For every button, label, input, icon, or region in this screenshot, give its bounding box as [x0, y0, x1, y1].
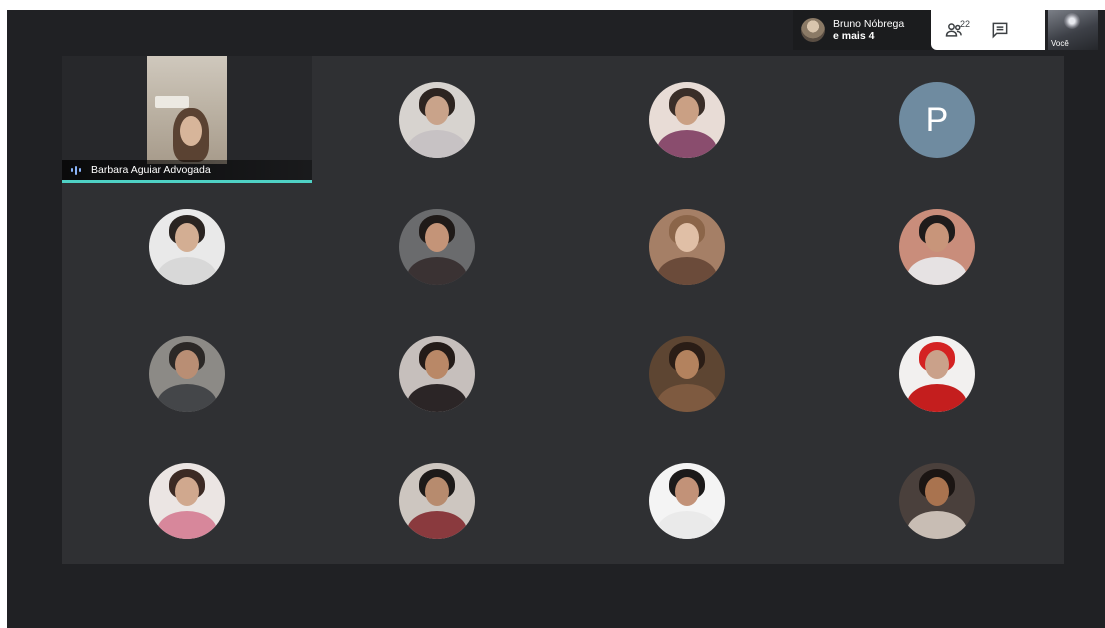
- participant-tile[interactable]: [812, 310, 1062, 437]
- participant-avatar: [149, 463, 225, 539]
- presenter-name: Bruno Nóbrega: [833, 18, 905, 30]
- speaker-name: Barbara Aguiar Advogada: [91, 164, 211, 176]
- participant-tile[interactable]: [562, 56, 812, 183]
- participant-tile[interactable]: [312, 310, 562, 437]
- speaker-video: [147, 56, 227, 164]
- presenter-avatar: [801, 18, 825, 42]
- participant-avatar: [649, 336, 725, 412]
- participant-tile[interactable]: [562, 437, 812, 564]
- top-controls: 22: [931, 10, 1045, 50]
- participant-initial-avatar: P: [899, 82, 975, 158]
- participant-tile[interactable]: [812, 437, 1062, 564]
- participant-avatar: [649, 209, 725, 285]
- participant-avatar: [649, 463, 725, 539]
- participant-avatar: [899, 463, 975, 539]
- chat-icon: [992, 22, 1008, 39]
- participant-avatar: [899, 209, 975, 285]
- participant-tile[interactable]: [562, 310, 812, 437]
- participant-tile[interactable]: [812, 183, 1062, 310]
- participant-tile-speaker[interactable]: Barbara Aguiar Advogada: [62, 56, 312, 183]
- participant-avatar: [149, 209, 225, 285]
- participant-tile[interactable]: [62, 183, 312, 310]
- chat-button[interactable]: [977, 10, 1023, 50]
- self-view[interactable]: Você: [1048, 10, 1098, 50]
- participant-tile[interactable]: P: [812, 56, 1062, 183]
- self-view-light: [1064, 13, 1080, 29]
- participant-tile[interactable]: [562, 183, 812, 310]
- participant-avatar: [149, 336, 225, 412]
- participant-tile[interactable]: [62, 437, 312, 564]
- participant-avatar: [399, 209, 475, 285]
- speaker-name-bar: Barbara Aguiar Advogada: [62, 160, 312, 180]
- self-view-label: Você: [1051, 39, 1069, 48]
- participant-tile[interactable]: [312, 437, 562, 564]
- meeting-screen: Bruno Nóbrega e mais 4 22 Você Barbara A…: [7, 10, 1105, 628]
- people-count: 22: [960, 19, 971, 29]
- presenter-info[interactable]: Bruno Nóbrega e mais 4: [793, 10, 931, 50]
- participant-avatar: [649, 82, 725, 158]
- participant-tile[interactable]: [312, 56, 562, 183]
- participant-avatar: [399, 82, 475, 158]
- participant-avatar: [899, 336, 975, 412]
- participant-tile[interactable]: [62, 310, 312, 437]
- participants-grid: Barbara Aguiar Advogada P: [62, 56, 1064, 564]
- participant-avatar: [399, 463, 475, 539]
- speaking-indicator-icon: [71, 165, 85, 175]
- people-button[interactable]: 22: [931, 10, 977, 50]
- participant-tile[interactable]: [312, 183, 562, 310]
- presenter-more: e mais 4: [833, 30, 875, 42]
- participant-avatar: [399, 336, 475, 412]
